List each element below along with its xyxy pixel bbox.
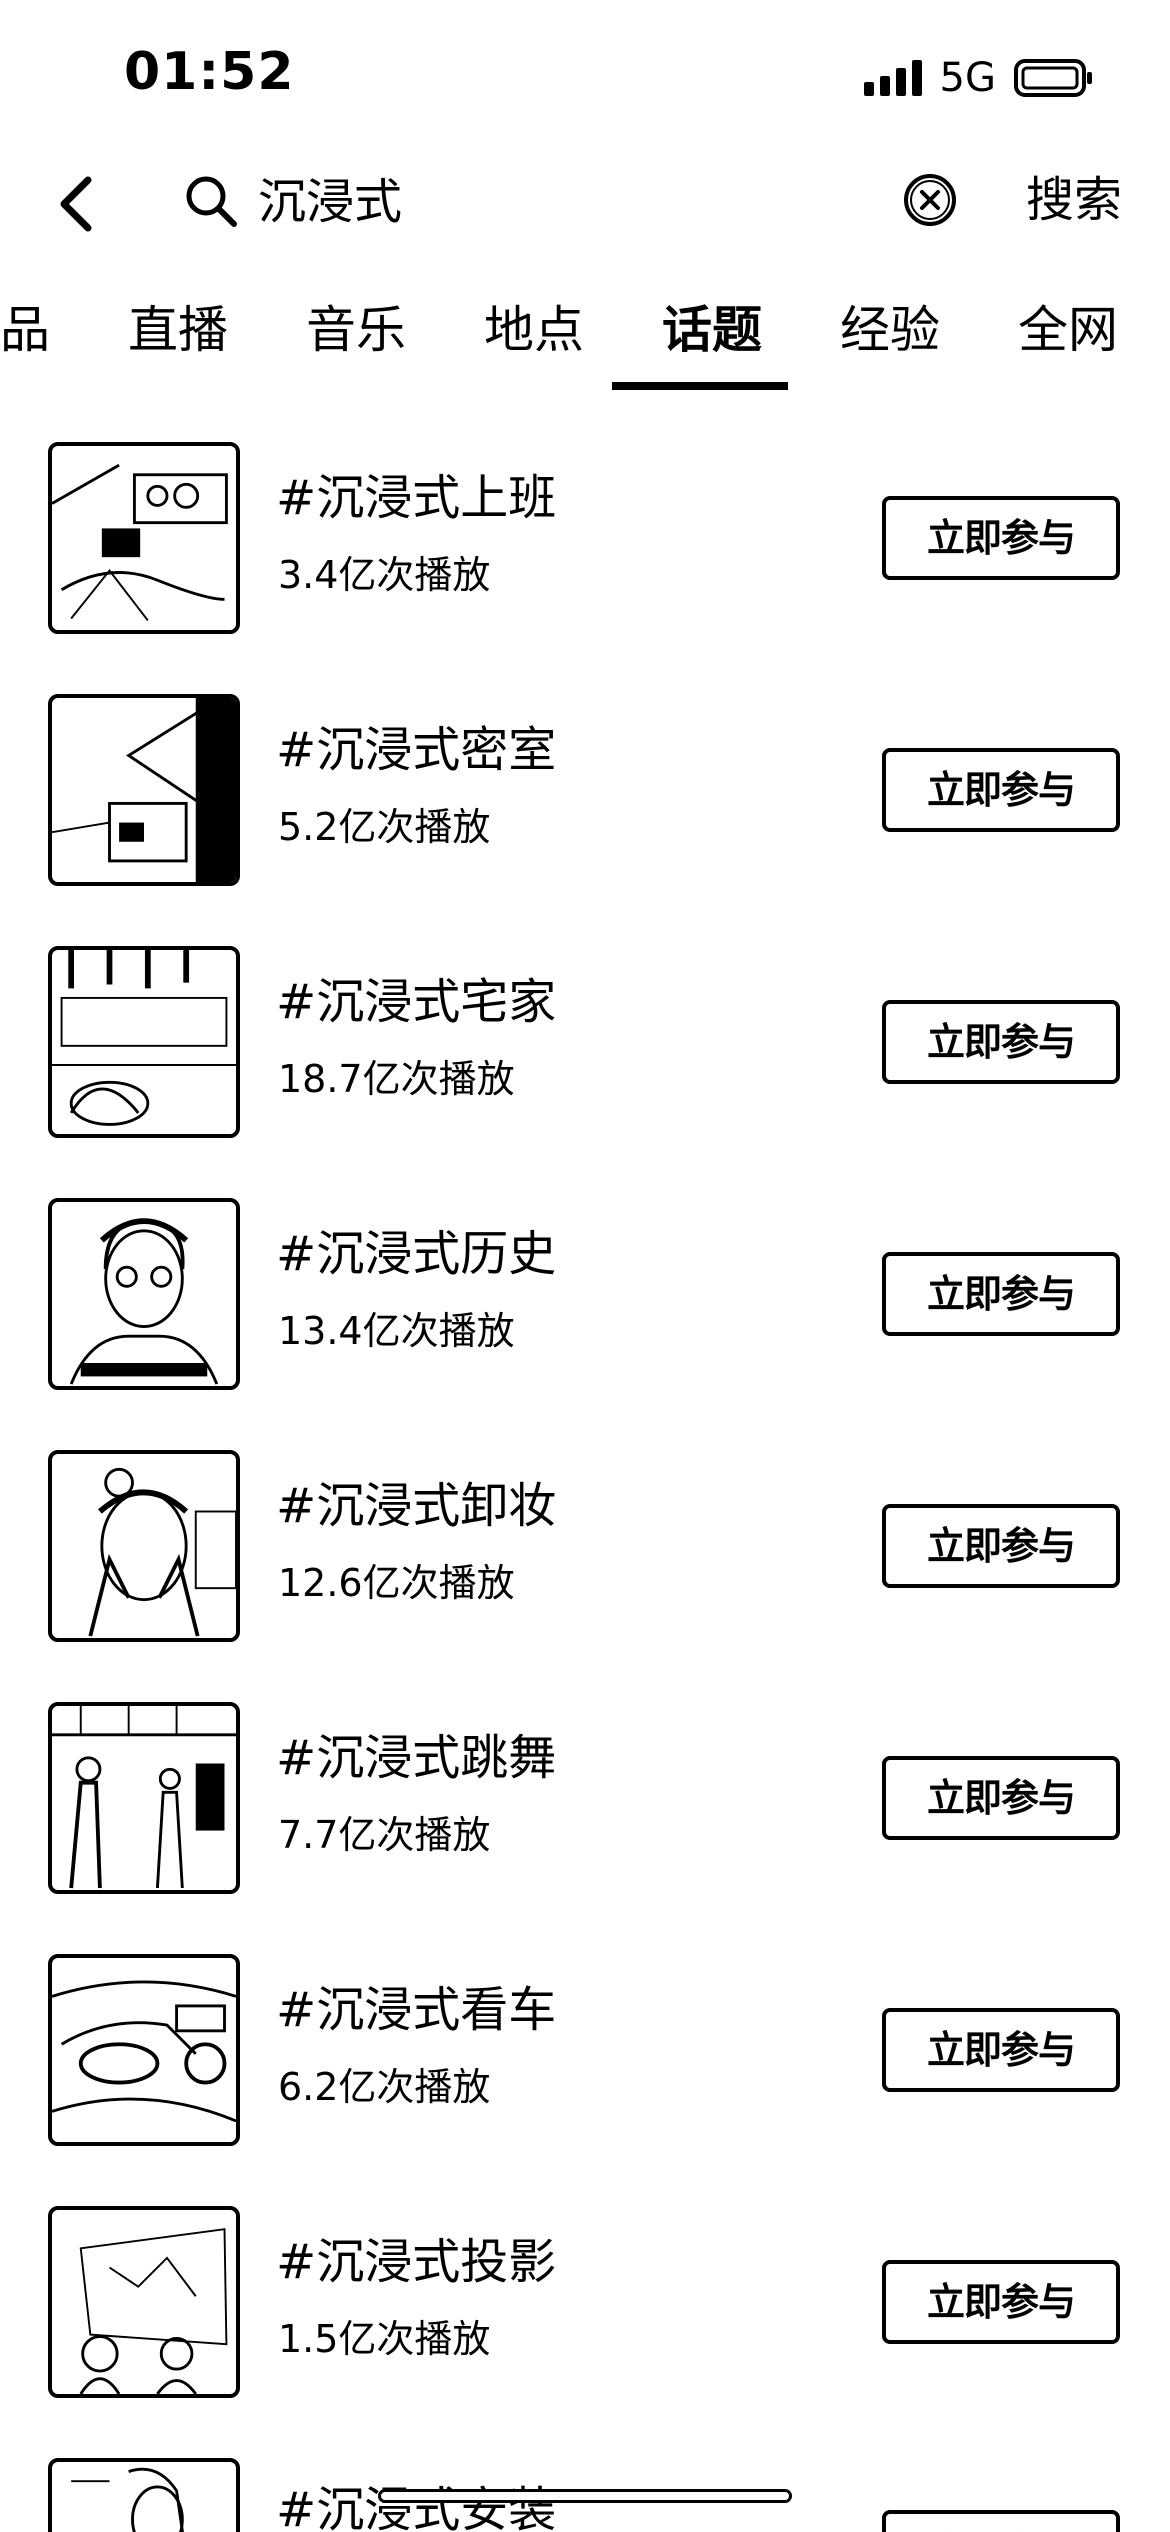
topic-play-count: 7.7亿次播放 (278, 1813, 491, 1857)
topic-play-count: 6.2亿次播放 (278, 2065, 491, 2109)
topic-play-count: 3.4亿次播放 (278, 553, 491, 597)
join-button[interactable]: 立即参与 (882, 2260, 1120, 2344)
topic-row[interactable]: #沉浸式跳舞 7.7亿次播放 立即参与 (0, 1702, 1170, 1956)
topic-play-count: 1.5亿次播放 (278, 2317, 491, 2361)
topic-play-count: 18.7亿次播放 (278, 1057, 515, 1101)
topic-row[interactable]: #沉浸式宅家 18.7亿次播放 立即参与 (0, 946, 1170, 1200)
topic-play-count: 13.4亿次播放 (278, 1309, 515, 1353)
topic-row[interactable]: #沉浸式上班 3.4亿次播放 立即参与 (0, 442, 1170, 696)
topic-thumbnail (48, 2206, 240, 2398)
join-button[interactable]: 立即参与 (882, 1504, 1120, 1588)
topic-thumbnail (48, 2458, 240, 2532)
topic-row[interactable]: #沉浸式投影 1.5亿次播放 立即参与 (0, 2206, 1170, 2460)
topic-thumbnail (48, 694, 240, 886)
topic-title: #沉浸式宅家 (276, 974, 557, 1030)
topic-title: #沉浸式卸妆 (276, 1478, 557, 1534)
home-indicator[interactable] (378, 2489, 792, 2503)
topic-thumbnail (48, 1954, 240, 2146)
join-button[interactable]: 立即参与 (882, 748, 1120, 832)
join-button[interactable]: 立即参与 (882, 2008, 1120, 2092)
topic-thumbnail (48, 1450, 240, 1642)
join-button[interactable]: 立即参与 (882, 1756, 1120, 1840)
topic-title: #沉浸式安装 (276, 2482, 557, 2532)
topic-thumbnail (48, 1198, 240, 1390)
join-button[interactable]: 立即参与 (882, 2510, 1120, 2532)
join-button[interactable]: 立即参与 (882, 1252, 1120, 1336)
topic-title: #沉浸式看车 (276, 1982, 557, 2038)
topic-row[interactable]: #沉浸式历史 13.4亿次播放 立即参与 (0, 1198, 1170, 1452)
topic-title: #沉浸式投影 (276, 2234, 557, 2290)
topic-play-count: 5.2亿次播放 (278, 805, 491, 849)
topic-row[interactable]: #沉浸式密室 5.2亿次播放 立即参与 (0, 694, 1170, 948)
topic-row[interactable]: #沉浸式卸妆 12.6亿次播放 立即参与 (0, 1450, 1170, 1704)
topic-list: #沉浸式上班 3.4亿次播放 立即参与 #沉浸式密室 5.2亿次播放 立即参与 (0, 0, 1170, 2532)
topic-play-count: 12.6亿次播放 (278, 1561, 515, 1605)
topic-row[interactable]: #沉浸式看车 6.2亿次播放 立即参与 (0, 1954, 1170, 2208)
topic-thumbnail (48, 946, 240, 1138)
topic-thumbnail (48, 442, 240, 634)
topic-thumbnail (48, 1702, 240, 1894)
topic-title: #沉浸式跳舞 (276, 1730, 557, 1786)
topic-title: #沉浸式上班 (276, 470, 557, 526)
join-button[interactable]: 立即参与 (882, 496, 1120, 580)
topic-title: #沉浸式密室 (276, 722, 557, 778)
topic-title: #沉浸式历史 (276, 1226, 557, 1282)
join-button[interactable]: 立即参与 (882, 1000, 1120, 1084)
